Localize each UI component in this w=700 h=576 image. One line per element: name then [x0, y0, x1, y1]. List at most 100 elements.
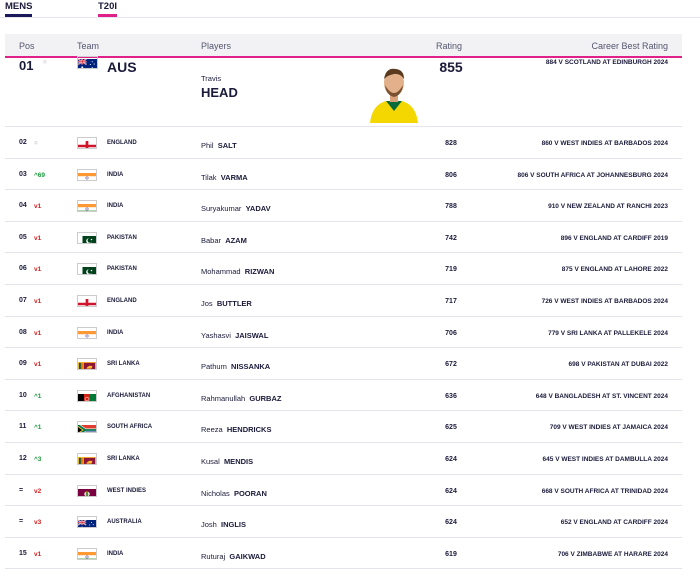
tab-t20i-label: T20I [98, 1, 118, 12]
table-row[interactable]: 10 ^1 AFGHANISTAN Rahmanullah GURBAZ 636 648 … [5, 380, 682, 412]
pakistan-flag-icon [77, 231, 97, 244]
player-name[interactable]: Rahmanullah GURBAZ [201, 394, 281, 403]
rank-position: 12 [19, 455, 27, 462]
table-row[interactable]: 11 ^1 SOUTH AFRICA Reeza HENDRICKS 625 709 V … [5, 411, 682, 443]
header-team: Team [77, 41, 100, 51]
table-row[interactable]: 12 ^3 SRI LANKA Kusal MENDIS 624 645 V WEST I… [5, 443, 682, 475]
westindies-flag-icon [77, 484, 97, 497]
player-name[interactable]: Josh INGLIS [201, 520, 246, 529]
player-name[interactable]: Yashasvi JAISWAL [201, 331, 268, 340]
team-name: INDIA [107, 550, 124, 557]
career-best-rating: 652 V ENGLAND AT CARDIFF 2024 [560, 519, 668, 527]
table-row[interactable]: 03 ^69 INDIA Tilak VARMA 806 806 V SOUTH AFRI… [5, 159, 682, 191]
player-rating: 619 [445, 550, 457, 558]
player-name[interactable]: Babar AZAM [201, 236, 247, 245]
table-row[interactable]: 08 v1 INDIA Yashasvi JAISWAL 706 779 V SRI LA… [5, 317, 682, 349]
player-rating: 717 [445, 298, 457, 305]
player-first-name: Mohammad [201, 267, 241, 277]
format-tabs: MENS T20I [0, 0, 700, 18]
team-name: SOUTH AFRICA [107, 424, 153, 431]
rank-position: 01 [19, 58, 34, 73]
rank-movement: = [43, 59, 47, 66]
team-name: AFGHANISTAN [107, 392, 151, 399]
team-name: SRI LANKA [107, 456, 140, 462]
team-name: WEST INDIES [107, 487, 147, 494]
player-name[interactable]: Phil SALT [201, 141, 237, 150]
player-name[interactable]: Suryakumar YADAV [201, 204, 271, 213]
rank-movement: v1 [34, 203, 42, 211]
player-photo [366, 61, 422, 123]
header-pos: Pos [19, 41, 35, 51]
rank-position: 07 [19, 297, 27, 304]
header-players: Players [201, 41, 232, 51]
rank-position: = [19, 518, 24, 526]
rank-position: 02 [19, 139, 27, 146]
tab-mens-underline [5, 14, 33, 17]
player-name[interactable]: Mohammad RIZWAN [201, 267, 274, 276]
player-first-name: Kusal [201, 457, 220, 466]
table-row[interactable]: 07 v1 ENGLAND Jos BUTTLER 717 726 V WEST INDI… [5, 285, 682, 317]
table-row[interactable]: 04 v1 INDIA Suryakumar YADAV 788 910 V NEW ZE… [5, 190, 682, 222]
table-row[interactable]: 09 v1 SRI LANKA Pathum NISSANKA 672 698 V PAK… [5, 348, 682, 380]
team-name: ENGLAND [107, 298, 137, 304]
player-last-name: VARMA [220, 172, 248, 182]
player-rating: 719 [445, 266, 457, 274]
player-last-name: YADAV [245, 204, 271, 214]
player-last-name: BUTTLER [216, 299, 252, 308]
player-name[interactable]: Kusal MENDIS [201, 457, 253, 466]
career-best-rating: 875 V ENGLAND AT LAHORE 2022 [561, 266, 668, 274]
player-name[interactable]: Travis HEAD [201, 74, 238, 100]
career-best-rating: 645 V WEST INDIES AT DAMBULLA 2024 [542, 456, 668, 463]
rank-movement: v3 [34, 519, 42, 527]
player-last-name: HEAD [201, 85, 238, 100]
player-name[interactable]: Pathum NISSANKA [201, 362, 270, 371]
rank-position: 03 [19, 170, 27, 178]
australia-flag-icon [77, 516, 97, 529]
player-name[interactable]: Tilak VARMA [201, 173, 248, 182]
player-name[interactable]: Reeza HENDRICKS [201, 425, 271, 434]
player-name[interactable]: Jos BUTTLER [201, 299, 252, 308]
table-row[interactable]: 15 v1 INDIA Ruturaj GAIKWAD 619 706 V ZIMBABW… [5, 538, 682, 570]
rank-position: 05 [19, 233, 27, 241]
player-name[interactable]: Nicholas POORAN [201, 489, 267, 498]
player-rating: 855 [439, 59, 463, 75]
rank-position: 10 [19, 391, 27, 399]
player-first-name: Reeza [201, 425, 223, 435]
player-rating: 828 [445, 140, 457, 147]
player-first-name: Travis [201, 74, 222, 83]
tab-mens-label: MENS [5, 1, 33, 12]
team-name: INDIA [107, 171, 124, 178]
team-name: ENGLAND [107, 140, 137, 146]
table-row[interactable]: 06 v1 PAKISTAN Mohammad RIZWAN 719 875 V ENGL… [5, 253, 682, 285]
career-best-rating: 779 V SRI LANKA AT PALLEKELE 2024 [548, 329, 668, 337]
header-rating: Rating [436, 41, 463, 51]
team-name: AUS [107, 59, 137, 75]
india-flag-icon [77, 200, 97, 213]
career-best-rating: 709 V WEST INDIES AT JAMAICA 2024 [549, 424, 668, 432]
player-first-name: Suryakumar [201, 204, 242, 214]
rank-movement: v1 [34, 298, 42, 305]
player-name[interactable]: Ruturaj GAIKWAD [201, 552, 266, 561]
tab-mens[interactable]: MENS [5, 1, 33, 17]
table-row[interactable]: = v2 WEST INDIES Nicholas POORAN 624 668 V SO… [5, 475, 682, 507]
table-row[interactable]: 02 = ENGLAND Phil SALT 828 860 V WEST INDIES … [5, 127, 682, 159]
table-row[interactable]: 05 v1 PAKISTAN Babar AZAM 742 896 V ENGLAND A… [5, 222, 682, 254]
tab-t20i-underline [98, 14, 118, 17]
player-last-name: HENDRICKS [226, 425, 272, 435]
table-row[interactable]: = v3 AUSTRALIA Josh INGLIS 624 652 V ENGLAND … [5, 506, 682, 538]
player-last-name: SALT [217, 141, 237, 150]
career-best-rating: 910 V NEW ZEALAND AT RANCHI 2023 [548, 203, 668, 211]
player-last-name: INGLIS [221, 520, 247, 530]
rankings-table-header: Pos Team Players Rating Career Best Rati… [5, 34, 682, 58]
player-last-name: POORAN [233, 488, 267, 498]
top-ranked-row[interactable]: 01 = AUS Travis HEAD 855 884 V SCOTLAND AT EDI… [5, 56, 682, 127]
england-flag-icon [77, 295, 97, 307]
rank-movement: ^1 [34, 392, 42, 400]
rank-position: 11 [19, 423, 27, 431]
tab-t20i[interactable]: T20I [98, 1, 118, 17]
player-first-name: Yashasvi [201, 330, 231, 340]
rank-position: 06 [19, 265, 27, 273]
pakistan-flag-icon [77, 263, 97, 276]
rank-position: 04 [19, 202, 27, 210]
player-rating: 636 [445, 392, 457, 400]
